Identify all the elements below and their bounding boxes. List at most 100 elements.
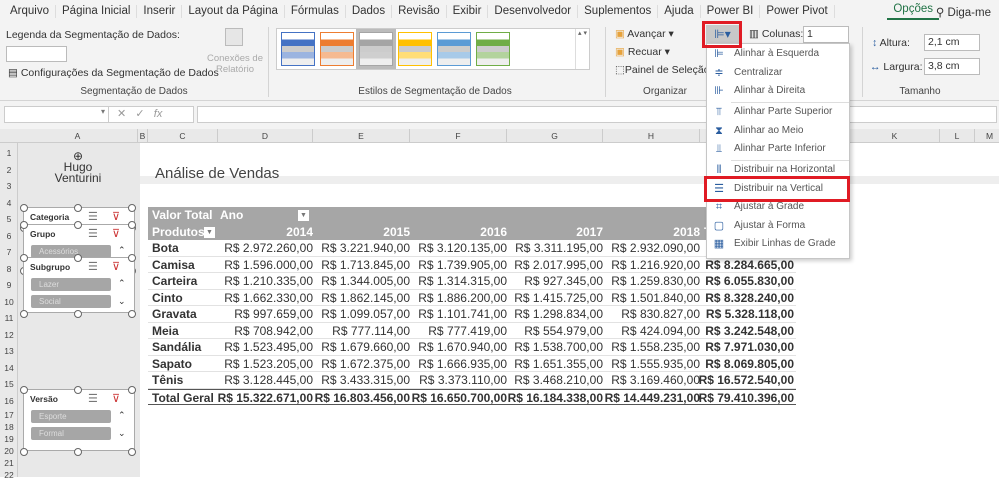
multi-select-icon[interactable]: ☰ [88,392,98,405]
menu-item-align-right[interactable]: ⊪ Alinhar à Direita [707,82,849,101]
row-filter-dropdown[interactable]: ▼ [204,226,215,238]
column-header[interactable]: H [603,129,700,143]
column-filter-dropdown[interactable]: ▼ [298,210,309,221]
resize-handle[interactable] [128,448,136,456]
pivot-row[interactable]: Gravata R$ 997.659,00 R$ 1.099.057,00 R$ 1.… [148,306,796,323]
column-header[interactable]: M [975,129,999,143]
tab-3[interactable]: Layout da Página [182,5,285,18]
tab-2[interactable]: Inserir [137,5,183,18]
tab-9[interactable]: Suplementos [578,5,659,18]
row-header[interactable]: 22 [0,469,18,481]
column-header[interactable]: D [218,129,313,143]
resize-handle[interactable] [74,448,82,456]
formula-input[interactable] [197,106,997,123]
multi-select-icon[interactable]: ☰ [88,260,98,273]
pivot-row[interactable]: Sandália R$ 1.523.495,00 R$ 1.679.660,00 R$… [148,339,796,356]
slicer-style-4[interactable] [437,32,471,66]
slicer-item[interactable]: Lazer [31,278,111,291]
slicer-style-3[interactable] [398,32,432,66]
report-connections-button[interactable]: Conexões de Relatório [205,53,265,75]
resize-handle[interactable] [20,386,28,394]
row-header[interactable]: 8 [0,261,18,278]
resize-handle[interactable] [20,221,28,229]
resize-handle[interactable] [128,204,136,212]
resize-handle[interactable] [74,310,82,318]
tab-4[interactable]: Fórmulas [285,5,346,18]
slicer-settings-button[interactable]: ▤ Configurações da Segmentação de Dados [8,67,219,79]
height-input[interactable]: 2,1 cm [924,34,980,51]
row-header[interactable]: 5 [0,211,18,228]
fx-icon[interactable]: fx [154,108,163,120]
menu-item-align-center[interactable]: ≑ Centralizar [707,64,849,83]
tab-options[interactable]: Opções [887,3,939,20]
tab-10[interactable]: Ajuda [658,5,701,18]
resize-handle[interactable] [74,204,82,212]
column-header[interactable]: B [138,129,148,143]
width-input[interactable]: 3,8 cm [924,58,980,75]
column-header[interactable]: L [940,129,975,143]
row-header[interactable]: 20 [0,445,18,457]
pivot-row[interactable]: Sapato R$ 1.523.205,00 R$ 1.672.375,00 R$ 1… [148,356,796,372]
row-header[interactable]: 11 [0,310,18,327]
resize-handle[interactable] [128,221,136,229]
resize-handle[interactable] [128,386,136,394]
multi-select-icon[interactable]: ☰ [88,227,98,240]
row-header[interactable]: 7 [0,244,18,261]
row-header[interactable]: 3 [0,178,18,195]
clear-filter-icon[interactable]: ⊽ [112,260,120,273]
tab-12[interactable]: Power Pivot [760,5,835,18]
cancel-icon[interactable]: ✕ [117,108,126,120]
menu-item-align-bottom[interactable]: ⫫ Alinhar Parte Inferior [707,140,849,159]
menu-item-snap-shape[interactable]: ▢ Ajustar à Forma [707,217,849,236]
pivot-row[interactable]: Meia R$ 708.942,00 R$ 777.114,00 R$ 777.419… [148,323,796,339]
row-header[interactable]: 21 [0,457,18,469]
slicer-style-2[interactable] [356,29,396,69]
gallery-scroll[interactable]: ▴ ▾ [575,29,589,69]
row-header[interactable]: 19 [0,433,18,445]
column-header[interactable]: G [507,129,603,143]
scroll-down-icon[interactable]: ⌄ [118,296,126,307]
row-header[interactable]: 15 [0,376,18,393]
slicer-style-0[interactable] [281,32,315,66]
columns-input[interactable]: 1 [803,26,849,43]
resize-handle[interactable] [128,310,136,318]
pivot-row[interactable]: Cinto R$ 1.662.330,00 R$ 1.862.145,00 R$ 1.… [148,290,796,306]
tell-me-search[interactable]: ⚲ Diga-me [936,5,991,19]
slicer-style-5[interactable] [476,32,510,66]
enter-icon[interactable]: ✓ [135,108,144,120]
row-header[interactable]: 9 [0,277,18,294]
pivot-row[interactable]: Carteira R$ 1.210.335,00 R$ 1.344.005,00 R$… [148,273,796,290]
column-header[interactable]: K [850,129,940,143]
row-header[interactable]: 1 [0,145,18,162]
tab-8[interactable]: Desenvolvedor [488,5,579,18]
row-header[interactable]: 13 [0,343,18,360]
clear-filter-icon[interactable]: ⊽ [112,210,120,223]
slicer-item[interactable]: Esporte [31,410,111,423]
resize-handle[interactable] [74,386,82,394]
multi-select-icon[interactable]: ☰ [88,210,98,223]
selection-pane-button[interactable]: ⬚Painel de Seleção [615,64,710,76]
menu-item-align-top[interactable]: ⫪ Alinhar Parte Superior [707,103,849,122]
slicer-item[interactable]: Formal [31,427,111,440]
name-box[interactable]: ▾ [4,106,110,123]
resize-handle[interactable] [20,254,28,262]
row-header[interactable]: 12 [0,327,18,344]
scroll-up-icon[interactable]: ⌃ [118,278,126,289]
pivot-row[interactable]: Bota R$ 2.972.260,00 R$ 3.221.940,00 R$ 3.1… [148,240,796,257]
tab-7[interactable]: Exibir [447,5,489,18]
row-header[interactable]: 6 [0,228,18,245]
row-header[interactable]: 10 [0,294,18,311]
resize-handle[interactable] [128,254,136,262]
tab-1[interactable]: Página Inicial [56,5,138,18]
menu-item-gridlines[interactable]: ▦ Exibir Linhas de Grade [707,235,849,254]
row-header[interactable]: 4 [0,195,18,212]
bring-forward-button[interactable]: ▣ Avançar ▾ [615,28,674,40]
scroll-up-icon[interactable]: ⌃ [118,245,126,256]
tab-0[interactable]: Arquivo [4,5,56,18]
column-header[interactable]: C [148,129,218,143]
column-header[interactable]: F [410,129,507,143]
resize-handle[interactable] [20,204,28,212]
row-header[interactable]: 2 [0,162,18,179]
caption-input[interactable] [6,46,67,62]
slicer-versão[interactable]: Versão ☰ ⊽ Esporte Formal ⌃ ⌄ [20,386,136,456]
